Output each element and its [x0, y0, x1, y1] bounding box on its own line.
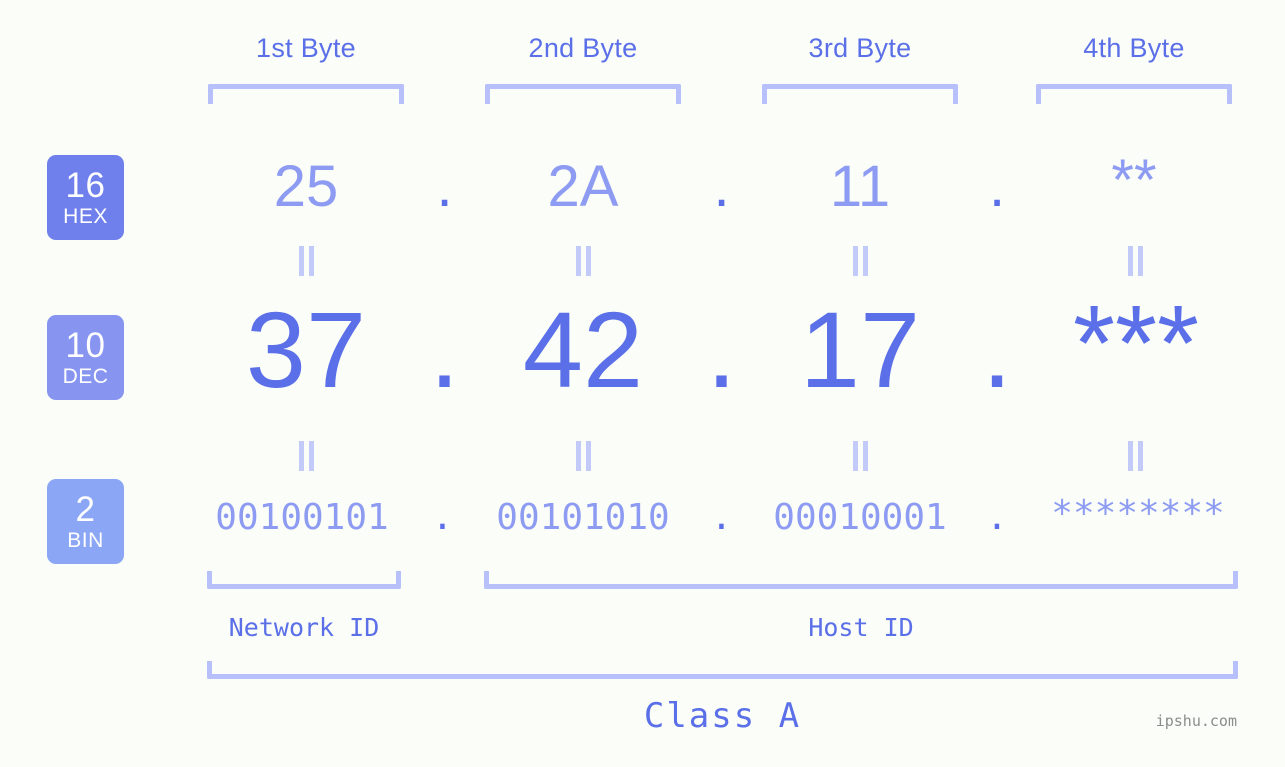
bin-separator-2: . [710, 497, 733, 538]
equals-connector-dec-bin-2 [572, 441, 594, 471]
base-badge-dec-number: 10 [65, 326, 106, 365]
base-badge-dec-abbr: DEC [62, 365, 109, 388]
bin-separator-1: . [431, 497, 454, 538]
dec-separator-1: . [429, 289, 460, 410]
base-badge-hex-number: 16 [65, 166, 106, 205]
hex-byte-3: 11 [829, 154, 891, 219]
equals-connector-hex-dec-1 [295, 246, 317, 276]
network-id-bracket [207, 571, 401, 589]
ip-byte-breakdown-diagram: 1st Byte 2nd Byte 3rd Byte 4th Byte 16 H… [0, 0, 1285, 767]
bin-byte-1: 00100101 [215, 497, 389, 538]
dec-byte-2: 42 [522, 289, 644, 410]
watermark: ipshu.com [1155, 712, 1237, 730]
equals-connector-dec-bin-4 [1124, 441, 1146, 471]
base-badge-hex-abbr: HEX [63, 205, 108, 228]
base-badge-bin-abbr: BIN [67, 529, 104, 552]
byte-bracket-2 [485, 84, 681, 104]
bin-separator-3: . [986, 497, 1008, 538]
base-badge-dec: 10 DEC [47, 315, 124, 400]
class-bracket [207, 661, 1238, 679]
base-badge-bin: 2 BIN [47, 479, 124, 564]
network-id-label: Network ID [228, 613, 380, 642]
dec-byte-4: *** [1072, 282, 1200, 403]
hex-separator-1: . [436, 154, 453, 219]
equals-connector-hex-dec-2 [572, 246, 594, 276]
equals-connector-hex-dec-3 [849, 246, 871, 276]
byte-header-3: 3rd Byte [808, 33, 912, 63]
byte-header-1: 1st Byte [256, 33, 356, 63]
dec-separator-3: . [981, 289, 1012, 410]
dec-byte-1: 37 [245, 289, 367, 410]
equals-connector-dec-bin-1 [295, 441, 317, 471]
hex-byte-4: ** [1111, 148, 1157, 213]
byte-bracket-4 [1036, 84, 1232, 104]
dec-byte-3: 17 [799, 289, 921, 410]
hex-separator-2: . [713, 154, 730, 219]
bin-byte-4: ******** [1051, 493, 1225, 534]
base-badge-hex: 16 HEX [47, 155, 124, 240]
equals-connector-hex-dec-4 [1124, 246, 1146, 276]
base-badge-bin-number: 2 [75, 490, 96, 529]
host-id-label: Host ID [808, 613, 914, 642]
bin-byte-3: 00010001 [773, 497, 947, 538]
class-label: Class A [643, 696, 802, 736]
hex-byte-1: 25 [273, 154, 339, 219]
hex-separator-3: . [988, 154, 1006, 219]
byte-bracket-3 [762, 84, 958, 104]
host-id-bracket [484, 571, 1238, 589]
byte-bracket-1 [208, 84, 404, 104]
byte-header-2: 2nd Byte [528, 33, 638, 63]
bin-byte-2: 00101010 [496, 497, 670, 538]
byte-header-4: 4th Byte [1083, 33, 1185, 63]
dec-separator-2: . [706, 289, 737, 410]
hex-byte-2: 2A [547, 154, 619, 219]
equals-connector-dec-bin-3 [849, 441, 871, 471]
